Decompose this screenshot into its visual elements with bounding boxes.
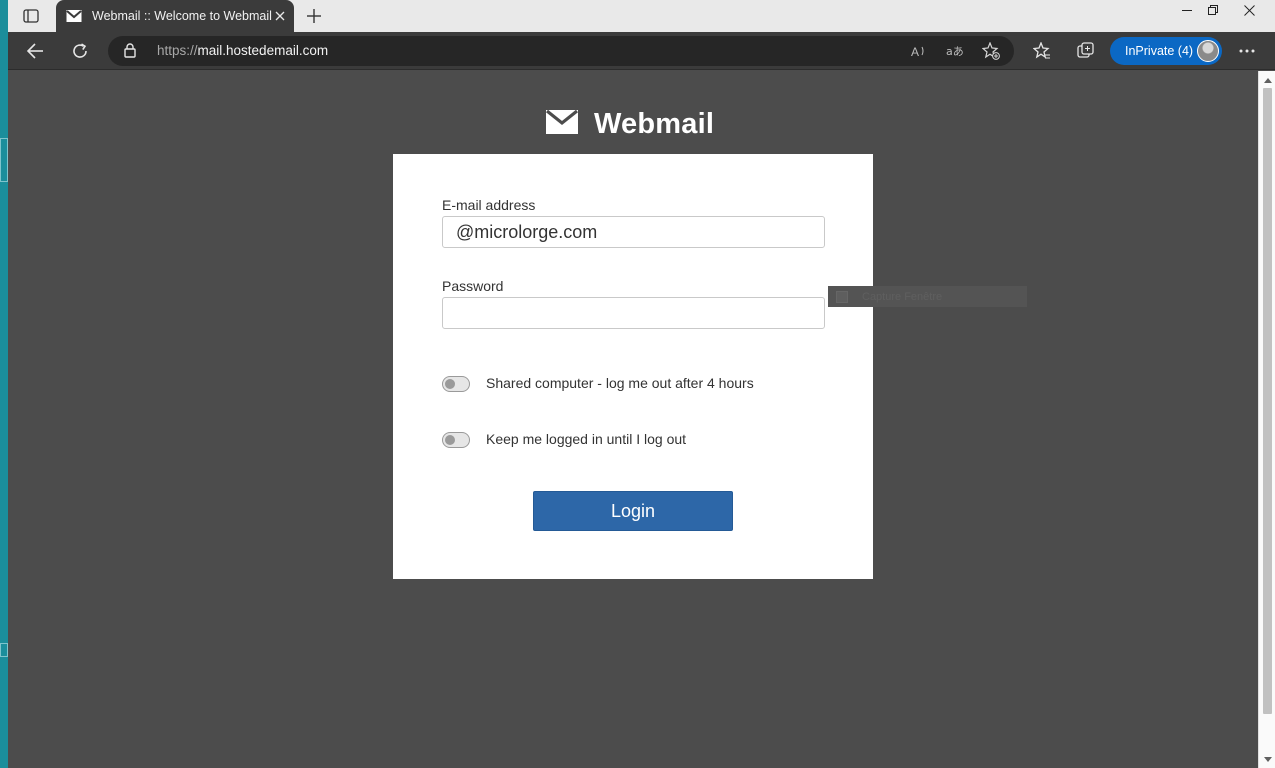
tab-actions-icon[interactable] (20, 7, 42, 25)
keep-logged-in-label[interactable]: Keep me logged in until I log out (486, 431, 686, 447)
collections-icon[interactable] (1073, 39, 1099, 63)
address-bar[interactable]: https://mail.hostedemail.com A aあ (108, 36, 1014, 66)
minimize-icon[interactable] (1174, 0, 1200, 20)
scroll-down-icon[interactable] (1263, 754, 1272, 764)
plus-icon[interactable] (304, 6, 324, 26)
inprivate-label: InPrivate (4) (1125, 44, 1194, 58)
add-favorite-icon[interactable] (980, 41, 1002, 61)
toggle-knob (445, 435, 455, 445)
password-label: Password (442, 278, 504, 294)
shared-computer-label[interactable]: Shared computer - log me out after 4 hou… (486, 375, 754, 391)
page-scrollbar[interactable] (1258, 71, 1275, 768)
email-label: E-mail address (442, 197, 536, 213)
capture-overlay: Capture Fenêtre (828, 286, 1027, 307)
back-icon[interactable] (22, 39, 48, 63)
email-field[interactable] (442, 216, 825, 248)
tab-strip: Webmail :: Welcome to Webmail (8, 0, 1275, 32)
mail-icon (66, 8, 82, 24)
tab-webmail[interactable]: Webmail :: Welcome to Webmail (56, 0, 294, 32)
desktop-window-edge (0, 643, 8, 657)
scroll-up-icon[interactable] (1263, 75, 1272, 85)
brand-logo: Webmail (546, 107, 714, 141)
url-text[interactable]: https://mail.hostedemail.com (157, 43, 328, 58)
tab-title: Webmail :: Welcome to Webmail (92, 9, 272, 23)
desktop-window-edge (0, 138, 8, 182)
capture-icon (836, 290, 848, 303)
restore-icon[interactable] (1200, 0, 1226, 20)
password-field[interactable] (442, 297, 825, 329)
avatar (1197, 40, 1219, 62)
close-window-icon[interactable] (1236, 0, 1262, 20)
desktop-background (0, 0, 8, 768)
inprivate-profile-button[interactable]: InPrivate (4) (1110, 37, 1222, 65)
shared-computer-toggle[interactable] (442, 376, 470, 392)
translate-icon[interactable]: aあ (944, 41, 966, 61)
lock-icon[interactable] (124, 43, 136, 63)
browser-toolbar: https://mail.hostedemail.com A aあ InPriv… (8, 32, 1275, 70)
keep-logged-in-toggle[interactable] (442, 432, 470, 448)
favorites-icon[interactable] (1029, 39, 1055, 63)
browser-window: Webmail :: Welcome to Webmail https://ma… (8, 0, 1275, 768)
envelope-logo-icon (546, 109, 578, 139)
brand-name: Webmail (594, 107, 715, 140)
webmail-page: Webmail E-mail address Password Shared c… (8, 71, 1258, 768)
login-button[interactable]: Login (533, 491, 733, 531)
svg-text:aあ: aあ (946, 45, 964, 58)
login-card: E-mail address Password Shared computer … (393, 154, 873, 579)
close-icon[interactable] (272, 8, 288, 24)
more-icon[interactable] (1234, 39, 1260, 63)
capture-overlay-text: Capture Fenêtre (862, 290, 943, 303)
scrollbar-thumb[interactable] (1263, 88, 1272, 714)
svg-text:A: A (911, 45, 919, 58)
refresh-icon[interactable] (67, 39, 93, 63)
read-aloud-icon[interactable]: A (908, 41, 930, 61)
toggle-knob (445, 379, 455, 389)
